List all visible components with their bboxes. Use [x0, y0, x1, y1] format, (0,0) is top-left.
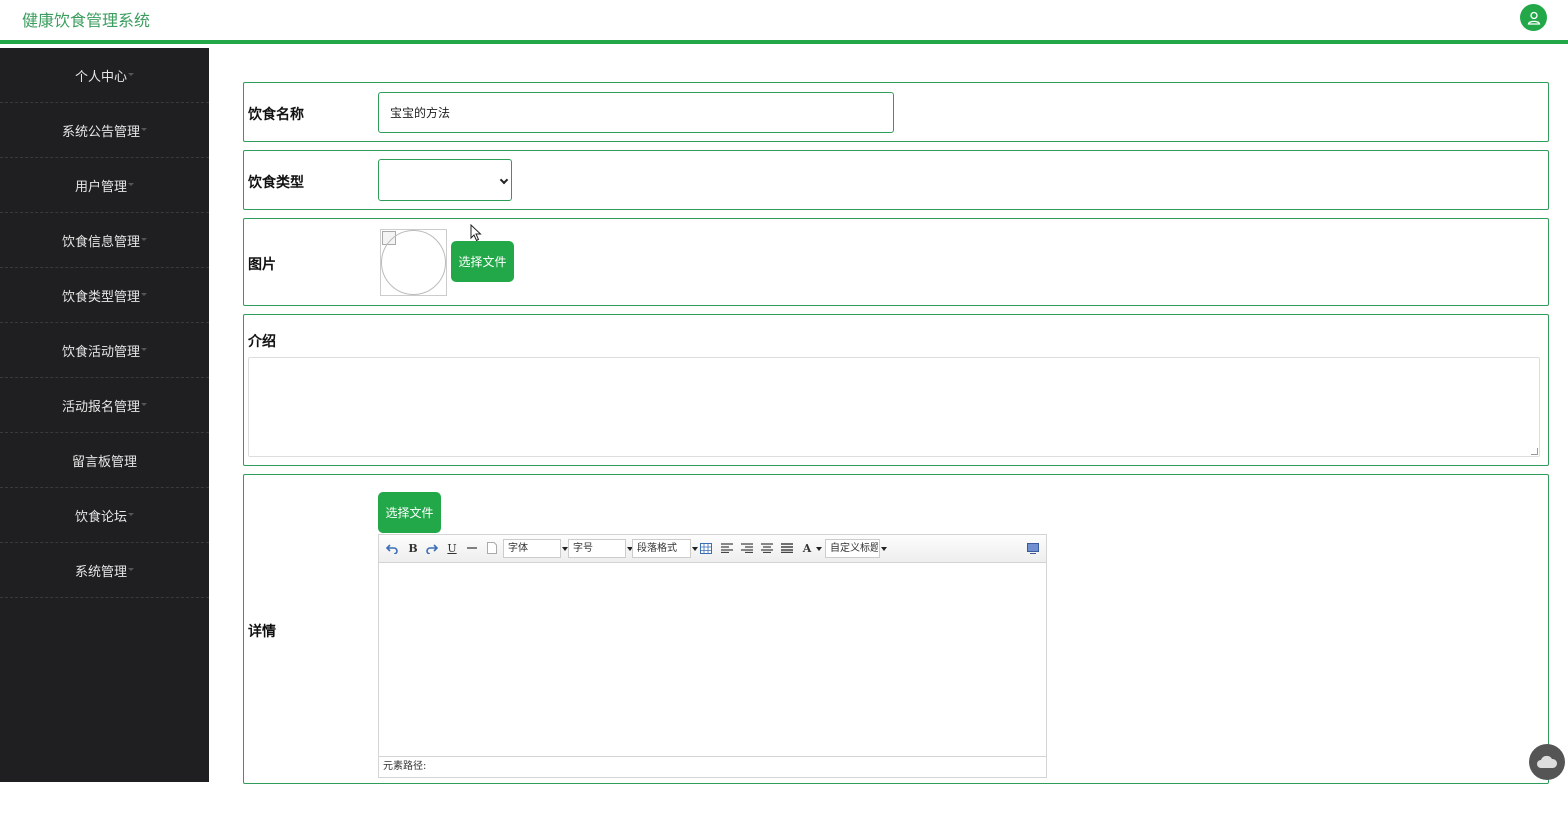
form-row-type: 饮食类型 — [243, 150, 1549, 210]
sidebar-item-forum[interactable]: 饮食论坛 — [0, 488, 209, 543]
custom-title-label: 自定义标题 — [830, 543, 878, 554]
image-placeholder-circle — [381, 230, 446, 295]
chevron-down-icon — [141, 237, 147, 241]
sidebar-item-diet-activities[interactable]: 饮食活动管理 — [0, 323, 209, 378]
sidebar-item-system[interactable]: 系统管理 — [0, 543, 209, 598]
user-avatar-button[interactable] — [1520, 4, 1547, 31]
name-label: 饮食名称 — [248, 107, 304, 123]
image-label: 图片 — [248, 257, 276, 273]
intro-textarea[interactable] — [248, 357, 1540, 457]
editor-toolbar: B U 字体 字号 段落格式 A 自定义标题 — [379, 535, 1046, 563]
redo-icon[interactable] — [425, 540, 439, 556]
align-right-icon[interactable] — [740, 540, 754, 556]
preview-icon[interactable] — [1026, 540, 1040, 556]
sidebar-item-label: 系统公告管理 — [61, 124, 140, 140]
font-size-label: 字号 — [573, 543, 593, 554]
floating-assistant-button[interactable] — [1529, 744, 1565, 780]
sidebar-item-users[interactable]: 用户管理 — [0, 158, 209, 213]
font-family-label: 字体 — [508, 543, 528, 554]
chevron-down-icon — [692, 547, 698, 551]
chevron-down-icon — [141, 127, 147, 131]
paragraph-format-label: 段落格式 — [637, 543, 677, 554]
cloud-icon — [1537, 755, 1558, 768]
chevron-down-icon — [141, 347, 147, 351]
align-center-icon[interactable] — [760, 540, 774, 556]
type-select[interactable] — [378, 159, 512, 201]
chevron-down-icon — [128, 182, 134, 186]
sidebar-item-personal-center[interactable]: 个人中心 — [0, 48, 209, 103]
chevron-down-icon — [128, 72, 134, 76]
editor-element-path: 元素路径: — [379, 756, 1046, 777]
type-label: 饮食类型 — [248, 175, 304, 191]
sidebar-item-label: 系统管理 — [74, 564, 127, 580]
sidebar-item-activity-signups[interactable]: 活动报名管理 — [0, 378, 209, 433]
sidebar-item-label: 饮食类型管理 — [61, 289, 140, 305]
sidebar-item-diet-info[interactable]: 饮食信息管理 — [0, 213, 209, 268]
form-row-image: 图片 选择文件 — [243, 218, 1549, 306]
align-justify-icon[interactable] — [780, 540, 794, 556]
sidebar-item-label: 饮食论坛 — [74, 509, 127, 525]
main-content: 饮食名称 饮食类型 图片 选择文件 介绍 详情 选择文件 — [209, 48, 1568, 784]
sidebar-item-label: 活动报名管理 — [61, 399, 140, 415]
chevron-down-icon — [499, 175, 509, 185]
sidebar-item-label: 个人中心 — [74, 69, 127, 85]
chevron-down-icon — [141, 402, 147, 406]
detail-label: 详情 — [248, 624, 276, 640]
sidebar-item-label: 饮食信息管理 — [61, 234, 140, 250]
font-size-dropdown[interactable]: 字号 — [568, 539, 633, 558]
mouse-cursor-icon — [470, 224, 482, 242]
chevron-down-icon[interactable] — [816, 547, 822, 551]
intro-label: 介绍 — [248, 334, 276, 350]
paragraph-format-dropdown[interactable]: 段落格式 — [632, 539, 698, 558]
undo-icon[interactable] — [385, 540, 399, 556]
horizontal-rule-icon[interactable] — [465, 540, 479, 556]
image-preview — [380, 229, 447, 296]
detail-choose-file-button[interactable]: 选择文件 — [378, 492, 441, 533]
align-left-icon[interactable] — [720, 540, 734, 556]
chevron-down-icon — [128, 567, 134, 571]
sidebar-item-message-board[interactable]: 留言板管理 — [0, 433, 209, 488]
sidebar-item-diet-types[interactable]: 饮食类型管理 — [0, 268, 209, 323]
app-title: 健康饮食管理系统 — [22, 11, 151, 30]
editor-content-area[interactable] — [379, 563, 1046, 755]
user-icon — [1527, 11, 1540, 25]
name-input[interactable] — [378, 92, 894, 133]
top-bar: 健康饮食管理系统 — [0, 0, 1568, 44]
chevron-down-icon — [128, 512, 134, 516]
font-family-dropdown[interactable]: 字体 — [503, 539, 568, 558]
form-row-detail: 详情 选择文件 B U 字体 字号 段落格式 A 自定义标题 元素路径: — [243, 474, 1549, 784]
page-icon[interactable] — [485, 540, 499, 556]
bold-button[interactable]: B — [406, 540, 420, 556]
sidebar-item-label: 饮食活动管理 — [61, 344, 140, 360]
resize-handle-icon[interactable] — [1531, 448, 1538, 455]
custom-title-dropdown[interactable]: 自定义标题 — [825, 539, 887, 558]
underline-button[interactable]: U — [445, 540, 459, 556]
sidebar: 个人中心 系统公告管理 用户管理 饮食信息管理 饮食类型管理 饮食活动管理 活动… — [0, 48, 209, 782]
chevron-down-icon — [141, 292, 147, 296]
form-row-name: 饮食名称 — [243, 82, 1549, 142]
font-color-button[interactable]: A — [800, 540, 814, 556]
image-choose-file-button[interactable]: 选择文件 — [451, 241, 514, 282]
sidebar-item-announcements[interactable]: 系统公告管理 — [0, 103, 209, 158]
rich-text-editor: B U 字体 字号 段落格式 A 自定义标题 元素路径: — [378, 534, 1047, 778]
sidebar-item-label: 用户管理 — [74, 179, 127, 195]
sidebar-item-label: 留言板管理 — [71, 454, 137, 470]
chevron-down-icon — [881, 547, 887, 551]
form-row-intro: 介绍 — [243, 314, 1549, 466]
table-icon[interactable] — [699, 540, 713, 556]
